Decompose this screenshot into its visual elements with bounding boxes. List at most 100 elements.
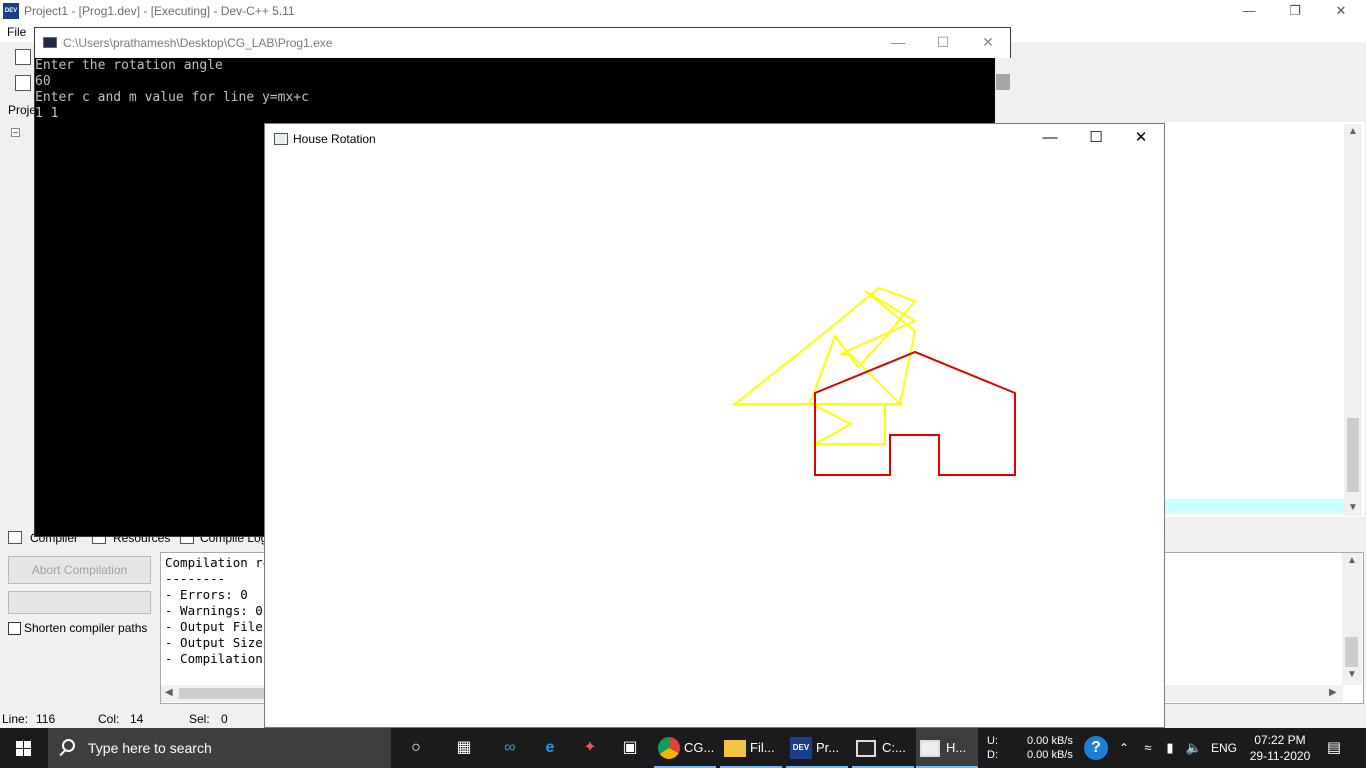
taskbar-app-explorer[interactable]: Fil... xyxy=(720,728,782,768)
taskbar-app-label: Fil... xyxy=(750,740,775,755)
console-close-button[interactable]: ✕ xyxy=(965,28,1011,58)
status-line-label: Line: xyxy=(2,712,29,726)
log-scroll-down-icon[interactable]: ▼ xyxy=(1347,669,1357,680)
status-col-label: Col: xyxy=(98,712,120,726)
store-icon[interactable]: ▣ xyxy=(618,736,642,760)
language-indicator[interactable]: ENG xyxy=(1211,741,1237,755)
log-scroll-thumb[interactable] xyxy=(1345,637,1358,667)
taskbar-app-console[interactable]: C:... xyxy=(852,728,914,768)
chevron-up-icon[interactable]: ⌃ xyxy=(1112,736,1136,760)
restore-button[interactable]: ❐ xyxy=(1272,0,1318,22)
shorten-paths-checkbox[interactable] xyxy=(8,622,21,635)
tree-collapse-icon[interactable]: – xyxy=(11,128,20,137)
task-view-icon[interactable]: ▦ xyxy=(452,736,476,760)
console-scroll-thumb[interactable] xyxy=(996,74,1010,90)
code-editor[interactable] xyxy=(1164,122,1364,517)
tab-project[interactable]: Proje xyxy=(8,103,36,117)
upload-speed: 0.00 kB/s xyxy=(1027,735,1073,747)
console-titlebar[interactable]: C:\Users\prathamesh\Desktop\CG_LAB\Prog1… xyxy=(35,28,1010,58)
devcpp-app-icon: DEV xyxy=(3,3,19,19)
download-speed: 0.00 kB/s xyxy=(1027,749,1073,761)
scroll-up-icon[interactable]: ▲ xyxy=(1348,126,1358,137)
taskbar-app-label: Pr... xyxy=(816,740,840,755)
graphics-canvas xyxy=(732,286,1016,476)
log-line: - Output Size: xyxy=(165,635,271,650)
upload-label: U: xyxy=(987,735,998,747)
taskbar-app-devcpp[interactable]: DEV Pr... xyxy=(786,728,848,768)
compile-progress-bar xyxy=(8,591,151,614)
window-icon xyxy=(920,740,940,757)
clock-date: 29-11-2020 xyxy=(1249,749,1311,763)
scroll-down-icon[interactable]: ▼ xyxy=(1348,502,1358,513)
status-col-value: 14 xyxy=(130,712,144,726)
console-output-line: 1 1 xyxy=(35,106,59,121)
graphics-titlebar[interactable]: House Rotation — ☐ ✕ xyxy=(265,124,1164,154)
clock[interactable]: 07:22 PM 29-11-2020 xyxy=(1246,728,1314,768)
console-maximize-button[interactable]: ☐ xyxy=(920,28,966,58)
graphics-title: House Rotation xyxy=(293,132,376,146)
notification-icon[interactable]: ▤ xyxy=(1322,736,1346,760)
edge-icon[interactable]: e xyxy=(538,736,562,760)
file-explorer-icon xyxy=(724,740,746,757)
log-line: - Warnings: 0 xyxy=(165,603,263,618)
download-label: D: xyxy=(987,749,998,761)
taskbar-app-label: C:... xyxy=(882,740,906,755)
clock-time: 07:22 PM xyxy=(1254,733,1306,747)
close-button[interactable]: ✕ xyxy=(1318,0,1364,22)
cortana-icon[interactable]: ○ xyxy=(404,736,428,760)
taskbar-app-label: CG... xyxy=(684,740,715,755)
battery-icon[interactable]: ▮ xyxy=(1158,736,1182,760)
new-file-icon[interactable] xyxy=(15,49,31,65)
graphics-window-icon xyxy=(274,133,288,145)
log-scroll-right-icon[interactable]: ▶ xyxy=(1329,687,1337,698)
console-icon xyxy=(856,740,876,757)
log-vertical-scrollbar[interactable]: ▲ ▼ xyxy=(1342,553,1362,685)
arduino-icon[interactable]: ∞ xyxy=(498,736,522,760)
wifi-icon[interactable]: ≈ xyxy=(1136,736,1160,760)
log-line: -------- xyxy=(165,571,226,586)
project-icon[interactable] xyxy=(15,75,31,91)
taskbar-app-chrome[interactable]: CG... xyxy=(654,728,716,768)
snipping-tool-icon[interactable]: ✦ xyxy=(578,736,602,760)
log-scroll-left-icon[interactable]: ◀ xyxy=(165,687,173,698)
console-output-line: Enter the rotation angle xyxy=(35,58,223,73)
help-icon[interactable]: ? xyxy=(1084,736,1108,760)
compiler-tab-icon xyxy=(8,531,22,544)
search-placeholder: Type here to search xyxy=(88,740,212,756)
volume-icon[interactable]: 🔈 xyxy=(1182,736,1206,760)
shorten-paths-label: Shorten compiler paths xyxy=(24,621,148,635)
console-output-line: 60 xyxy=(35,74,51,89)
original-house xyxy=(814,350,1016,476)
graphics-minimize-button[interactable]: — xyxy=(1027,124,1073,154)
status-sel-label: Sel: xyxy=(189,712,210,726)
taskbar-search[interactable]: Type here to search xyxy=(48,728,391,768)
console-title: C:\Users\prathamesh\Desktop\CG_LAB\Prog1… xyxy=(63,36,333,50)
devcpp-icon: DEV xyxy=(790,737,812,759)
taskbar-app-label: H... xyxy=(946,740,967,755)
status-line-value: 116 xyxy=(36,712,56,726)
house-rotation-window[interactable]: House Rotation — ☐ ✕ xyxy=(264,123,1165,728)
log-line: - Errors: 0 xyxy=(165,587,248,602)
console-minimize-button[interactable]: — xyxy=(875,28,921,58)
editor-scroll-thumb[interactable] xyxy=(1347,418,1359,492)
status-sel-value: 0 xyxy=(221,712,228,726)
graphics-maximize-button[interactable]: ☐ xyxy=(1073,124,1119,154)
editor-vertical-scrollbar[interactable]: ▲ ▼ xyxy=(1344,124,1362,516)
taskbar: Type here to search ○ ▦ ∞ e ✦ ▣ CG... Fi… xyxy=(0,728,1366,768)
devcpp-title: Project1 - [Prog1.dev] - [Executing] - D… xyxy=(24,4,295,18)
rotated-house xyxy=(732,286,918,445)
log-hscroll-thumb[interactable] xyxy=(179,688,269,699)
start-button[interactable] xyxy=(0,728,48,768)
current-line-highlight xyxy=(1165,499,1345,514)
minimize-button[interactable]: — xyxy=(1226,0,1272,22)
console-output-line: Enter c and m value for line y=mx+c xyxy=(35,90,309,105)
abort-compilation-button[interactable]: Abort Compilation xyxy=(8,556,151,584)
chrome-icon xyxy=(658,737,680,759)
log-scroll-up-icon[interactable]: ▲ xyxy=(1347,555,1357,566)
devcpp-titlebar[interactable]: DEV Project1 - [Prog1.dev] - [Executing]… xyxy=(0,0,1366,22)
taskbar-app-house-rotation[interactable]: H... xyxy=(916,728,978,768)
search-icon xyxy=(62,739,75,752)
menu-file[interactable]: File xyxy=(7,25,26,39)
graphics-close-button[interactable]: ✕ xyxy=(1118,124,1164,154)
console-icon xyxy=(43,37,57,48)
